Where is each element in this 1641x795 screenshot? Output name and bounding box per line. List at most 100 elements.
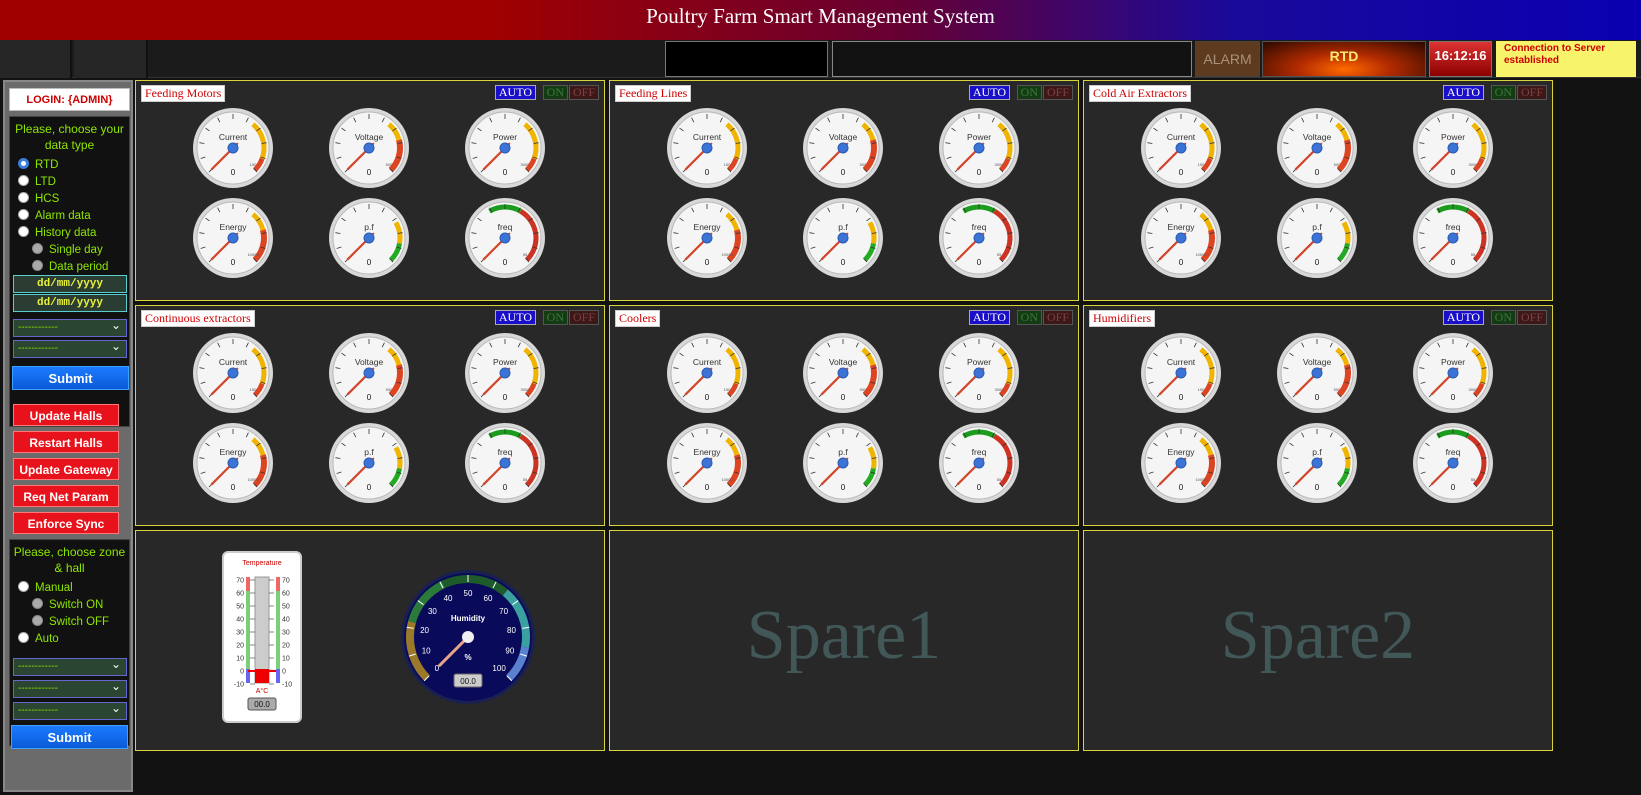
gauge-reading: 0 <box>1315 483 1320 492</box>
gauge-max-label: 55 <box>523 252 528 257</box>
card-title: Coolers <box>615 310 661 327</box>
radio-alarm-data[interactable]: Alarm data <box>18 208 91 224</box>
thermometer-tick: 10 <box>282 656 290 663</box>
thermometer-value: 00.0 <box>254 700 270 709</box>
gauge-label: Current <box>1167 357 1196 367</box>
off-toggle[interactable]: OFF <box>1042 310 1073 325</box>
gauge-reading: 0 <box>705 258 710 267</box>
thermometer-tick: 20 <box>236 643 244 650</box>
auto-toggle[interactable]: AUTO <box>494 85 536 100</box>
zone-select-2[interactable]: ------------ <box>13 678 127 698</box>
gauge-label: Power <box>1441 357 1465 367</box>
req-net-param-button[interactable]: Req Net Param <box>13 485 119 507</box>
device-card: Feeding Motors AUTO ON OFF Current 150 0 Voltag… <box>135 80 605 301</box>
on-toggle[interactable]: ON <box>542 85 568 100</box>
radio-auto[interactable]: Auto <box>18 631 59 647</box>
gauge-energy: Energy 10000 0 <box>667 198 747 278</box>
zone-submit-button[interactable]: Submit <box>11 725 128 749</box>
sensor-card: Temperature 70 70 60 60 50 50 40 40 30 30 20 20 10 10 0… <box>135 530 605 751</box>
gauge-reading: 0 <box>1179 258 1184 267</box>
humidity-tick: 80 <box>507 626 516 635</box>
auto-toggle[interactable]: AUTO <box>968 310 1010 325</box>
auto-toggle[interactable]: AUTO <box>494 310 536 325</box>
alarm-indicator[interactable]: ALARM <box>1195 41 1260 77</box>
auto-toggle[interactable]: AUTO <box>1442 85 1484 100</box>
gauge-label: freq <box>498 447 513 457</box>
gauge-freq: freq 55 0 <box>465 198 545 278</box>
gauge-energy: Energy 10000 0 <box>193 423 273 503</box>
gauge-reading: 0 <box>367 483 372 492</box>
thermometer-tick: 10 <box>236 656 244 663</box>
off-toggle[interactable]: OFF <box>1516 310 1547 325</box>
app-title-bar: Poultry Farm Smart Management System <box>0 0 1641 40</box>
gauge-max-label: 55 <box>523 477 528 482</box>
gauge-reading: 0 <box>1179 168 1184 177</box>
gauge-voltage: Voltage 500 0 <box>329 333 409 413</box>
gauge-reading: 0 <box>231 393 236 402</box>
status-display-2 <box>832 41 1192 77</box>
off-toggle[interactable]: OFF <box>568 85 599 100</box>
gauge-label: Voltage <box>355 357 384 367</box>
device-card: Humidifiers AUTO ON OFF Current 150 0 Voltage 50… <box>1083 305 1553 526</box>
radio-label: Switch OFF <box>49 616 110 628</box>
radio-history-data[interactable]: History data <box>18 225 96 241</box>
on-toggle[interactable]: ON <box>1016 85 1042 100</box>
radio-switch-on[interactable]: Switch ON <box>32 597 103 613</box>
device-card: Coolers AUTO ON OFF Current 150 0 Voltage 500 0 Po… <box>609 305 1079 526</box>
status-display-1 <box>665 41 828 77</box>
gauge-reading: 0 <box>1451 483 1456 492</box>
zone-select-1[interactable]: ------------ <box>13 656 127 676</box>
gauge-label: Power <box>1441 132 1465 142</box>
off-toggle[interactable]: OFF <box>1516 85 1547 100</box>
radio-single-day[interactable]: Single day <box>32 242 103 258</box>
card-title: Feeding Motors <box>141 85 226 102</box>
card-title: Cold Air Extractors <box>1089 85 1191 102</box>
radio-icon <box>18 581 29 592</box>
on-toggle[interactable]: ON <box>1490 310 1516 325</box>
humidity-tick: 30 <box>428 607 437 616</box>
enforce-sync-button[interactable]: Enforce Sync <box>13 512 119 534</box>
on-toggle[interactable]: ON <box>1016 310 1042 325</box>
gauge-reading: 0 <box>1315 393 1320 402</box>
select-1[interactable]: ------------ <box>13 317 127 337</box>
connection-status: Connection to Server established <box>1496 41 1636 77</box>
gauge-max-label: 55 <box>1471 252 1476 257</box>
auto-toggle[interactable]: AUTO <box>1442 310 1484 325</box>
status-tab-2[interactable] <box>74 40 148 78</box>
status-tab-1[interactable] <box>0 40 72 78</box>
radio-icon <box>32 260 43 271</box>
start-date-input[interactable]: dd/mm/yyyy <box>13 275 127 293</box>
gauge-label: p.f <box>838 222 848 232</box>
thermometer-tick: -10 <box>234 682 244 689</box>
restart-halls-button[interactable]: Restart Halls <box>13 431 119 453</box>
gauge-pf: p.f 0 <box>1277 423 1357 503</box>
gauge-max-label: 150 <box>724 387 731 392</box>
radio-switch-off[interactable]: Switch OFF <box>32 614 109 630</box>
spare-label: Spare1 <box>746 597 942 674</box>
submit-button[interactable]: Submit <box>12 366 129 390</box>
auto-toggle[interactable]: AUTO <box>968 85 1010 100</box>
gauge-max-label: 500 <box>860 162 867 167</box>
update-halls-button[interactable]: Update Halls <box>13 404 119 426</box>
radio-hcs[interactable]: HCS <box>18 191 59 207</box>
radio-label: Switch ON <box>49 599 104 611</box>
select-2[interactable]: ------------ <box>13 338 127 358</box>
gauge-power: Power 3000 0 <box>465 108 545 188</box>
gauge-label: Power <box>493 357 517 367</box>
on-toggle[interactable]: ON <box>542 310 568 325</box>
data-type-title: Please, choose your data type <box>15 122 124 152</box>
gauge-pf: p.f 0 <box>1277 198 1357 278</box>
on-toggle[interactable]: ON <box>1490 85 1516 100</box>
end-date-input[interactable]: dd/mm/yyyy <box>13 294 127 312</box>
gauge-label: p.f <box>364 222 374 232</box>
humidity-tick: 50 <box>464 589 473 598</box>
radio-manual[interactable]: Manual <box>18 580 73 596</box>
update-gateway-button[interactable]: Update Gateway <box>13 458 119 480</box>
radio-ltd[interactable]: LTD <box>18 174 56 190</box>
zone-select-3[interactable]: ------------ <box>13 700 127 720</box>
gauge-max-label: 3000 <box>1469 162 1479 167</box>
off-toggle[interactable]: OFF <box>568 310 599 325</box>
radio-data-period[interactable]: Data period <box>32 259 108 275</box>
off-toggle[interactable]: OFF <box>1042 85 1073 100</box>
radio-rtd[interactable]: RTD <box>18 157 58 173</box>
